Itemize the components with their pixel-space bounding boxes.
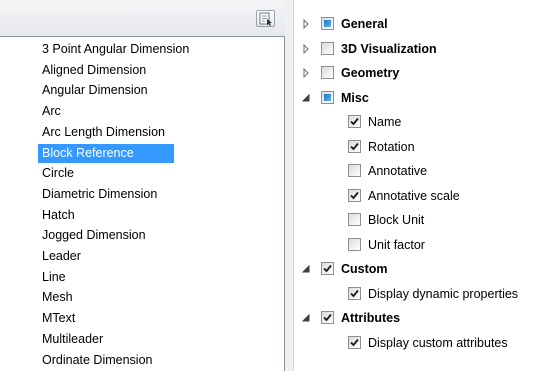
tree-row-label: Attributes [341,311,401,325]
tree-row-label: Rotation [368,139,415,154]
object-list-item[interactable]: Arc [38,102,65,121]
select-objects-button[interactable] [256,10,275,27]
tree-row-unit-factor[interactable]: Unit factor [294,233,556,257]
object-list-item[interactable]: Leader [38,247,85,266]
tree-row-label: Custom [341,262,388,276]
tree-row-rotation[interactable]: Rotation [294,135,556,159]
tree-row-label: Misc [341,90,369,105]
tree-row-label: Annotative [368,164,428,178]
check-mark-icon [350,338,359,346]
triangle-down-icon[interactable] [301,93,311,103]
triangle-right-icon[interactable] [301,19,311,29]
select-objects-icon [259,12,272,26]
checkbox-unchecked[interactable] [321,41,334,55]
object-list-item[interactable]: Mesh [38,288,77,307]
indeterminate-mark-icon [324,93,331,101]
property-tree[interactable]: General 3D Visualization Geometry Misc Name R… [294,0,556,371]
checkbox-checked[interactable] [348,286,361,300]
check-mark-icon [323,313,332,322]
tree-row-label: Name [368,115,402,129]
tree-row-annotative-scale[interactable]: Annotative scale [294,184,556,208]
triangle-right-icon[interactable] [301,68,311,78]
triangle-right-icon[interactable] [301,43,311,54]
tree-row-misc[interactable]: Misc [294,86,556,110]
checkbox-unchecked[interactable] [348,237,361,251]
object-type-list[interactable]: 3 Point Angular Dimension Aligned Dimensi… [0,36,285,371]
object-list-item[interactable]: Circle [38,164,78,183]
checkbox-checked[interactable] [348,139,361,153]
object-list-item[interactable]: Line [38,268,70,287]
tree-row-label: Unit factor [368,237,425,252]
check-mark-icon [350,117,359,126]
checkbox-checked[interactable] [321,262,334,275]
tree-row-name[interactable]: Name [294,110,556,134]
check-mark-icon [323,264,332,273]
check-mark-icon [350,289,359,297]
tree-row-label: 3D Visualization [341,41,437,56]
checkbox-checked[interactable] [348,335,361,349]
object-list-item[interactable]: Arc Length Dimension [38,123,169,142]
triangle-down-icon[interactable] [301,313,311,323]
tree-row-label: Block Unit [368,213,425,227]
checkbox-unchecked[interactable] [348,164,361,177]
object-list-item[interactable]: Angular Dimension [38,81,152,100]
checkbox-checked[interactable] [348,115,361,128]
checkbox-checked[interactable] [321,311,334,324]
tree-row-block-unit[interactable]: Block Unit [294,208,556,232]
tree-row-display-dynamic-properties[interactable]: Display dynamic properties [294,282,556,306]
object-list-item[interactable]: MText [38,309,79,328]
tree-row-display-custom-attributes[interactable]: Display custom attributes [294,331,556,355]
object-list-item[interactable]: Jogged Dimension [38,226,150,245]
checkbox-indeterminate[interactable] [321,90,334,104]
tree-row-label: General [341,17,388,31]
tree-row-3d-visualization[interactable]: 3D Visualization [294,37,556,61]
checkbox-unchecked[interactable] [321,66,334,79]
tree-row-custom[interactable]: Custom [294,257,556,281]
object-list-item[interactable]: Block Reference [38,143,174,163]
checkbox-unchecked[interactable] [348,213,361,226]
object-list-item[interactable]: Aligned Dimension [38,61,150,80]
checkbox-checked[interactable] [348,188,361,202]
object-list-item[interactable]: Ordinate Dimension [38,351,156,370]
object-list-item[interactable]: Multileader [38,330,107,349]
check-mark-icon [350,191,359,199]
object-list-toolbar [0,0,285,36]
pane-splitter[interactable] [285,0,294,371]
tree-row-label: Annotative scale [368,188,460,203]
object-list-item[interactable]: Hatch [38,206,79,225]
object-list-item[interactable]: 3 Point Angular Dimension [38,40,193,59]
tree-row-general[interactable]: General [294,12,556,36]
object-list-item[interactable]: Diametric Dimension [38,185,161,204]
indeterminate-mark-icon [324,20,331,27]
triangle-down-icon[interactable] [301,264,311,274]
tree-row-label: Geometry [341,66,400,80]
tree-row-annotative[interactable]: Annotative [294,159,556,183]
tree-row-label: Display custom attributes [368,335,508,350]
tree-row-label: Display dynamic properties [368,286,519,301]
tree-row-geometry[interactable]: Geometry [294,61,556,85]
tree-row-attributes[interactable]: Attributes [294,306,556,330]
checkbox-indeterminate[interactable] [321,17,334,30]
check-mark-icon [350,142,359,150]
